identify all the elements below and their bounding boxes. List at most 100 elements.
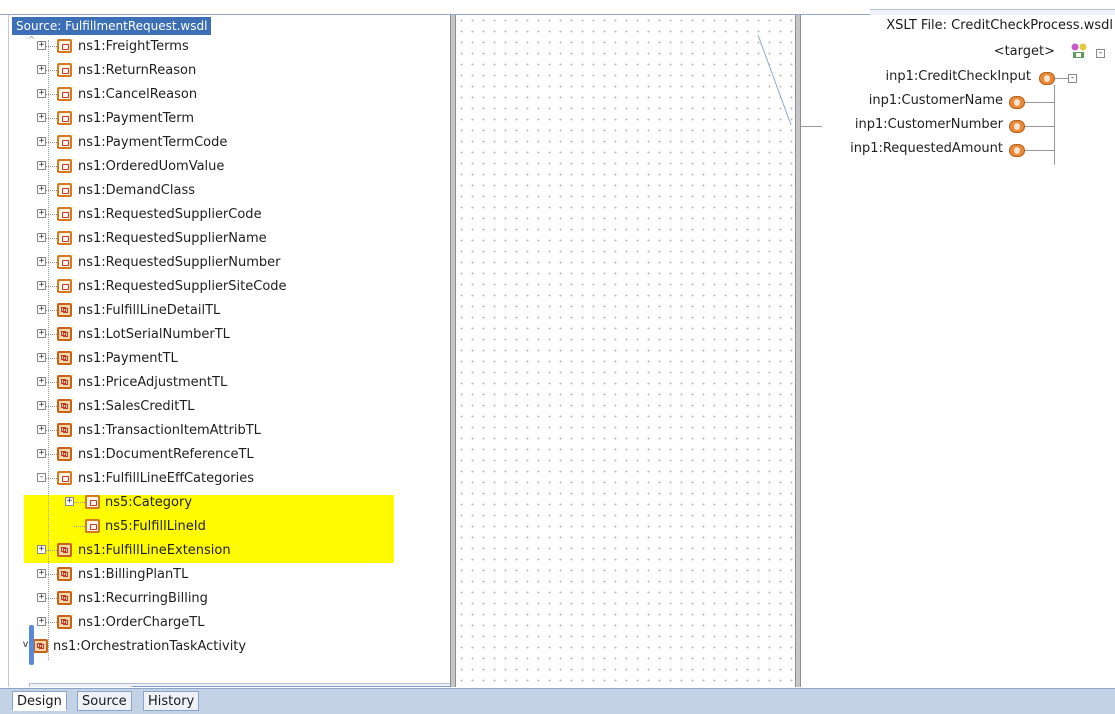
tree-row[interactable]: + ns1:DocumentReferenceTL	[9, 444, 439, 466]
tree-row[interactable]: ns5:FulfillLineId	[9, 516, 439, 538]
tree-row[interactable]: + ns1:TransactionItemAttribTL	[9, 420, 439, 442]
collapse-icon[interactable]: -	[1068, 74, 1077, 83]
tree-item-label: ns1:FulfillLineEffCategories	[78, 471, 255, 486]
tree-row[interactable]: + ns1:PaymentTermCode	[9, 132, 439, 154]
expand-icon[interactable]: +	[37, 425, 46, 434]
expand-icon[interactable]: +	[37, 41, 46, 50]
port-icon[interactable]	[1039, 72, 1055, 85]
tab-design[interactable]: Design	[12, 691, 67, 711]
tree-row[interactable]: - ns1:FulfillLineEffCategories	[9, 468, 439, 490]
tree-item-label: ns1:FulfillLineDetailTL	[78, 303, 221, 318]
expand-icon[interactable]: +	[37, 209, 46, 218]
source-tree[interactable]: + ns1:FreightTerms + ns1:ReturnReason + ns1:C…	[9, 15, 451, 670]
tree-item-label: ns1:FreightTerms	[78, 39, 189, 54]
tree-row[interactable]: + ns1:SalesCreditTL	[9, 396, 439, 418]
element-icon	[57, 39, 72, 53]
tree-row[interactable]: + ns5:Category	[9, 492, 439, 514]
tree-connector	[46, 406, 57, 407]
expand-icon[interactable]: +	[37, 257, 46, 266]
tree-item-label: ns1:DemandClass	[78, 183, 195, 198]
expand-icon[interactable]: +	[37, 185, 46, 194]
tree-item-label: ns1:PaymentTermCode	[78, 135, 228, 150]
source-tree-pane[interactable]: + ns1:FreightTerms + ns1:ReturnReason + ns1:C…	[8, 15, 451, 687]
vertical-scrollbar[interactable]: ^	[27, 35, 36, 670]
tree-row[interactable]: + ns1:PaymentTerm	[9, 108, 439, 130]
tree-row[interactable]: + ns1:DemandClass	[9, 180, 439, 202]
tree-item-label: ns1:BillingPlanTL	[78, 567, 189, 582]
target-header: XSLT File: CreditCheckProcess.wsdl	[886, 18, 1113, 33]
expand-icon[interactable]: +	[37, 377, 46, 386]
tree-item-label: ns1:RecurringBilling	[78, 591, 208, 606]
port-icon[interactable]	[1009, 96, 1025, 109]
tree-connector	[46, 382, 57, 383]
expand-icon[interactable]: +	[37, 569, 46, 578]
target-field-customer-name[interactable]: inp1:CustomerName	[869, 93, 1003, 108]
expand-icon[interactable]: +	[37, 329, 46, 338]
horizontal-scroll-thumb[interactable]	[130, 686, 451, 687]
tree-row[interactable]: + ns1:PaymentTL	[9, 348, 439, 370]
tree-row[interactable]: + ns1:CancelReason	[9, 84, 439, 106]
tree-row[interactable]: + ns1:LotSerialNumberTL	[9, 324, 439, 346]
complex-type-icon	[57, 423, 72, 437]
tree-row[interactable]: + ns1:FulfillLineDetailTL	[9, 300, 439, 322]
port-icon[interactable]	[1009, 144, 1025, 157]
tree-connector	[46, 550, 57, 551]
expand-icon[interactable]: +	[37, 401, 46, 410]
tree-connector	[46, 190, 57, 191]
target-tree-pane[interactable]: XSLT File: CreditCheckProcess.wsdl <targ…	[801, 15, 1115, 687]
element-icon	[57, 135, 72, 149]
tree-row[interactable]: + ns1:OrderedUomValue	[9, 156, 439, 178]
tree-row[interactable]: + ns1:BillingPlanTL	[9, 564, 439, 586]
expand-icon[interactable]: +	[37, 305, 46, 314]
tree-connector	[1054, 85, 1055, 165]
target-root-icon	[1071, 43, 1087, 58]
tab-source[interactable]: Source	[77, 691, 132, 711]
mapping-canvas[interactable]	[456, 15, 795, 687]
complex-type-icon	[57, 591, 72, 605]
complex-type-icon	[57, 399, 72, 413]
expand-icon[interactable]: +	[37, 449, 46, 458]
source-header: Source: FulfillmentRequest.wsdl	[12, 17, 212, 35]
expand-icon[interactable]: +	[37, 161, 46, 170]
expand-icon[interactable]: +	[37, 617, 46, 626]
complex-type-icon	[57, 375, 72, 389]
tree-row[interactable]: + ns1:FulfillLineExtension	[9, 540, 439, 562]
tree-row[interactable]: v ns1:OrchestrationTaskActivity	[9, 636, 439, 658]
expand-icon[interactable]: +	[37, 89, 46, 98]
expand-icon[interactable]: +	[37, 65, 46, 74]
expand-icon[interactable]: +	[37, 545, 46, 554]
expand-icon[interactable]: +	[37, 137, 46, 146]
tree-item-label: ns5:Category	[105, 495, 193, 510]
tree-row[interactable]: + ns1:RequestedSupplierSiteCode	[9, 276, 439, 298]
vertical-scroll-thumb[interactable]	[29, 625, 34, 665]
tree-row[interactable]: + ns1:FreightTerms	[9, 36, 439, 58]
expand-icon[interactable]: +	[65, 497, 74, 506]
target-field-requested-amount[interactable]: inp1:RequestedAmount	[850, 141, 1003, 156]
expand-icon[interactable]: +	[37, 281, 46, 290]
tree-connector	[46, 478, 57, 479]
expand-icon[interactable]: +	[37, 233, 46, 242]
scroll-up-icon[interactable]: ^	[27, 35, 36, 45]
port-icon[interactable]	[1009, 120, 1025, 133]
tree-row[interactable]: + ns1:RequestedSupplierCode	[9, 204, 439, 226]
horizontal-scrollbar[interactable]: < >	[29, 683, 451, 687]
scroll-left-icon[interactable]: <	[33, 684, 45, 687]
tree-connector	[46, 334, 57, 335]
target-field-customer-number[interactable]: inp1:CustomerNumber	[855, 117, 1003, 132]
tree-row[interactable]: + ns1:RequestedSupplierName	[9, 228, 439, 250]
tree-row[interactable]: + ns1:ReturnReason	[9, 60, 439, 82]
expand-icon[interactable]: +	[37, 353, 46, 362]
collapse-icon[interactable]: -	[37, 473, 46, 482]
top-frame-strip	[0, 0, 1115, 15]
tab-history[interactable]: History	[143, 691, 200, 711]
expand-icon[interactable]: +	[37, 113, 46, 122]
expand-icon[interactable]: +	[37, 593, 46, 602]
tree-row[interactable]: + ns1:OrderChargeTL	[9, 612, 439, 634]
tree-connector	[1025, 150, 1055, 151]
collapse-icon[interactable]: -	[1096, 49, 1105, 58]
element-icon	[85, 495, 100, 509]
tree-row[interactable]: + ns1:RequestedSupplierNumber	[9, 252, 439, 274]
tree-row[interactable]: + ns1:PriceAdjustmentTL	[9, 372, 439, 394]
tree-connector	[46, 262, 57, 263]
tree-row[interactable]: + ns1:RecurringBilling	[9, 588, 439, 610]
